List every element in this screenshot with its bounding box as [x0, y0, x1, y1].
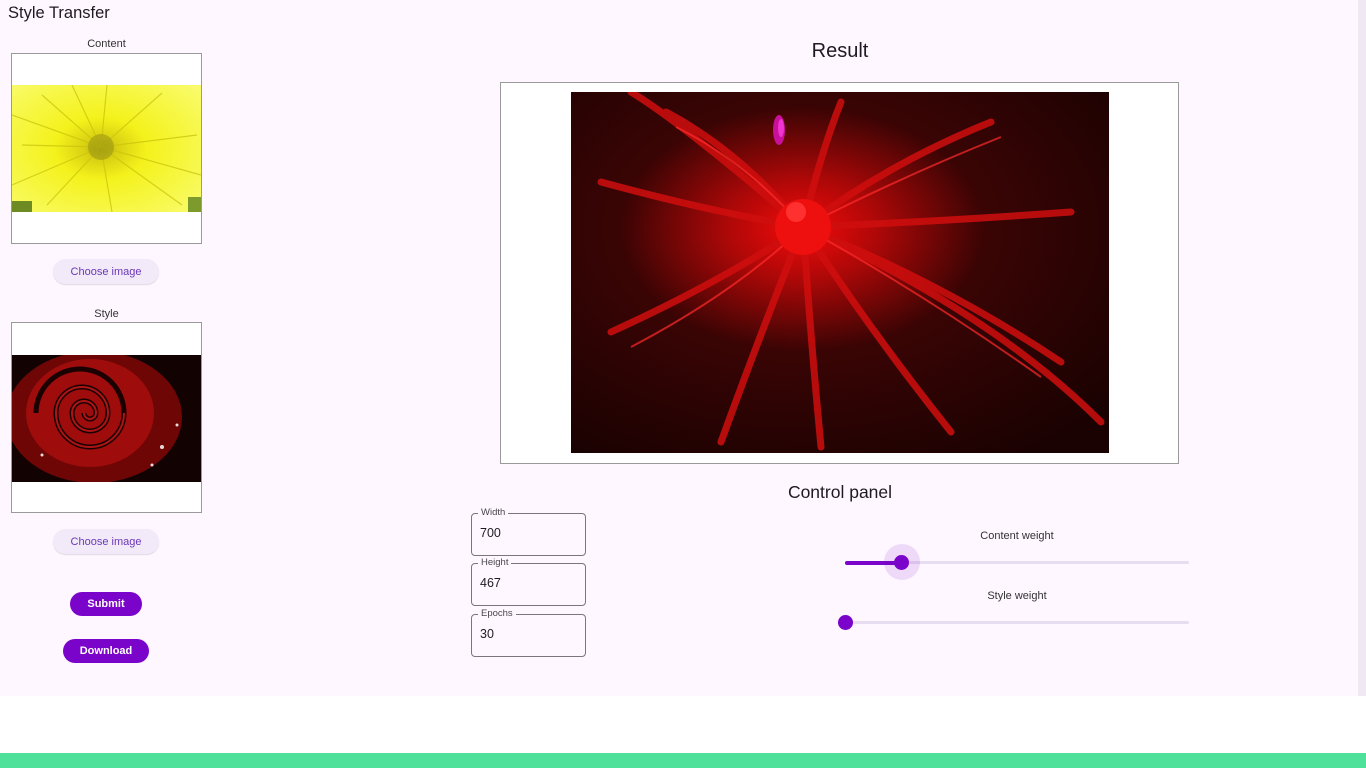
- content-image-frame: [11, 53, 202, 244]
- style-image: [12, 355, 201, 482]
- control-panel-title: Control panel: [787, 482, 893, 502]
- download-button[interactable]: Download: [63, 639, 149, 663]
- epochs-field-label: Epochs: [478, 608, 516, 620]
- height-field[interactable]: Height: [471, 557, 586, 606]
- content-weight-label: Content weight: [980, 530, 1054, 542]
- epochs-field[interactable]: Epochs: [471, 608, 586, 657]
- app-window: Style Transfer Content Choose image Styl…: [0, 0, 1366, 696]
- style-label: Style: [94, 308, 119, 320]
- epochs-input[interactable]: [480, 627, 576, 641]
- width-field[interactable]: Width: [471, 507, 586, 556]
- choose-style-image-button[interactable]: Choose image: [53, 529, 159, 554]
- width-field-label: Width: [478, 507, 509, 519]
- width-input[interactable]: [480, 526, 576, 540]
- result-image-frame: [500, 82, 1179, 464]
- content-image: [12, 85, 201, 212]
- bottom-bar: [0, 753, 1366, 768]
- submit-button[interactable]: Submit: [70, 592, 142, 616]
- scrollbar[interactable]: [1358, 0, 1366, 696]
- result-title: Result: [811, 40, 869, 62]
- style-weight-track[interactable]: [845, 621, 1189, 624]
- height-field-label: Height: [478, 557, 512, 569]
- choose-content-image-button[interactable]: Choose image: [53, 259, 159, 284]
- style-image-frame: [11, 322, 202, 513]
- content-label: Content: [87, 38, 126, 50]
- app-title: Style Transfer: [8, 4, 110, 22]
- style-weight-thumb[interactable]: [837, 615, 853, 630]
- result-image: [571, 92, 1109, 453]
- style-weight-label: Style weight: [987, 590, 1047, 602]
- height-input[interactable]: [480, 576, 576, 590]
